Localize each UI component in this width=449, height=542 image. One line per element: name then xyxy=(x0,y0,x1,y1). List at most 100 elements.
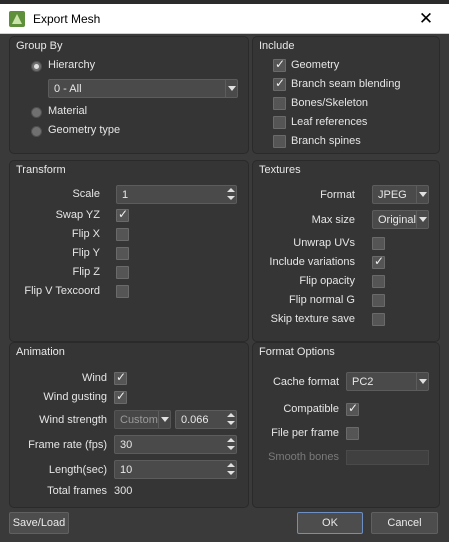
chevron-down-icon xyxy=(158,411,170,428)
wind-gusting-label: Wind gusting xyxy=(43,391,107,403)
animation-title: Animation xyxy=(16,346,65,358)
export-mesh-dialog: Group By Hierarchy 0 - All Material Geom… xyxy=(0,34,449,542)
frame-rate-spinbox[interactable]: 30 xyxy=(114,435,237,454)
geometry-type-label: Geometry type xyxy=(48,124,121,136)
transform-panel: Transform Scale 1 Swap YZ Flip X Flip Y … xyxy=(9,160,249,342)
spin-up-icon[interactable] xyxy=(226,461,236,469)
spin-up-icon[interactable] xyxy=(226,186,236,194)
branch-seam-label: Branch seam blending xyxy=(291,78,401,90)
textures-title: Textures xyxy=(259,164,301,176)
animation-panel: Animation Wind Wind gusting Wind strengt… xyxy=(9,342,249,508)
skip-texture-save-label: Skip texture save xyxy=(270,313,355,325)
smooth-bones-checkbox xyxy=(346,450,429,465)
app-icon xyxy=(9,11,25,27)
frame-rate-value: 30 xyxy=(120,439,133,451)
scale-value: 1 xyxy=(122,189,129,201)
file-per-frame-checkbox[interactable] xyxy=(346,427,359,440)
geometry-type-radio[interactable] xyxy=(31,126,42,137)
wind-label: Wind xyxy=(81,372,107,384)
spin-up-icon[interactable] xyxy=(226,411,236,419)
swap-yz-label: Swap YZ xyxy=(55,209,100,221)
flip-z-checkbox[interactable] xyxy=(116,266,129,279)
cache-format-select[interactable]: PC2 xyxy=(346,372,429,391)
swap-yz-checkbox[interactable] xyxy=(116,207,129,222)
group-by-panel: Group By Hierarchy 0 - All Material Geom… xyxy=(9,36,249,154)
include-title: Include xyxy=(259,40,295,52)
format-options-title: Format Options xyxy=(259,346,335,358)
leaf-references-label: Leaf references xyxy=(291,116,368,128)
wind-strength-mode-select[interactable]: Custom xyxy=(114,410,171,429)
hierarchy-select-value: 0 - All xyxy=(54,83,82,95)
branch-spines-checkbox[interactable] xyxy=(273,135,286,148)
chevron-down-icon xyxy=(416,373,428,390)
cache-format-label: Cache format xyxy=(272,376,339,388)
geometry-checkbox[interactable] xyxy=(273,57,286,72)
material-radio[interactable] xyxy=(31,107,42,118)
flip-x-checkbox[interactable] xyxy=(116,228,129,241)
length-value: 10 xyxy=(120,464,133,476)
unwrap-uvs-label: Unwrap UVs xyxy=(293,237,355,249)
wind-strength-mode-value: Custom xyxy=(120,414,158,426)
length-label: Length(sec) xyxy=(48,464,107,476)
save-load-button[interactable]: Save/Load xyxy=(9,512,69,534)
flip-v-texcoord-label: Flip V Texcoord xyxy=(24,285,100,297)
close-icon[interactable]: ✕ xyxy=(403,4,449,34)
wind-strength-spinbox[interactable]: 0.066 xyxy=(175,410,237,429)
geometry-label: Geometry xyxy=(291,59,340,71)
include-variations-label: Include variations xyxy=(269,256,355,268)
cache-format-value: PC2 xyxy=(352,376,374,388)
branch-seam-checkbox[interactable] xyxy=(273,76,286,91)
texture-format-value: JPEG xyxy=(378,189,407,201)
flip-y-checkbox[interactable] xyxy=(116,247,129,260)
total-frames-label: Total frames xyxy=(47,485,107,497)
hierarchy-select[interactable]: 0 - All xyxy=(48,79,238,98)
scale-spinbox[interactable]: 1 xyxy=(116,185,237,204)
chevron-down-icon xyxy=(225,80,237,97)
title-bar: Export Mesh ✕ xyxy=(0,4,449,34)
wind-gusting-checkbox[interactable] xyxy=(114,389,127,404)
total-frames-value: 300 xyxy=(114,485,133,497)
include-variations-checkbox[interactable] xyxy=(372,254,385,269)
compatible-label: Compatible xyxy=(283,403,339,415)
leaf-references-checkbox[interactable] xyxy=(273,116,286,129)
skip-texture-save-checkbox[interactable] xyxy=(372,313,385,326)
flip-opacity-checkbox[interactable] xyxy=(372,275,385,288)
hierarchy-radio[interactable] xyxy=(31,61,42,72)
max-size-select[interactable]: Original xyxy=(372,210,429,229)
flip-v-texcoord-checkbox[interactable] xyxy=(116,285,129,298)
spin-down-icon[interactable] xyxy=(226,420,236,428)
max-size-value: Original xyxy=(378,214,416,226)
length-spinbox[interactable]: 10 xyxy=(114,460,237,479)
cancel-button[interactable]: Cancel xyxy=(371,512,438,534)
spin-down-icon[interactable] xyxy=(226,195,236,203)
bones-checkbox[interactable] xyxy=(273,97,286,110)
wind-strength-value: 0.066 xyxy=(181,414,209,426)
window-title: Export Mesh xyxy=(33,12,101,26)
smooth-bones-label: Smooth bones xyxy=(268,451,339,463)
flip-x-label: Flip X xyxy=(71,228,100,240)
compatible-checkbox[interactable] xyxy=(346,401,359,416)
spin-up-icon[interactable] xyxy=(226,436,236,444)
flip-normal-g-label: Flip normal G xyxy=(288,294,355,306)
format-options-panel: Format Options Cache format PC2 Compatib… xyxy=(252,342,440,508)
spin-down-icon[interactable] xyxy=(226,445,236,453)
max-size-label: Max size xyxy=(311,214,355,226)
texture-format-select[interactable]: JPEG xyxy=(372,185,429,204)
unwrap-uvs-checkbox[interactable] xyxy=(372,237,385,250)
group-by-title: Group By xyxy=(16,40,63,52)
frame-rate-label: Frame rate (fps) xyxy=(28,439,107,451)
chevron-down-icon xyxy=(416,211,428,228)
flip-normal-g-checkbox[interactable] xyxy=(372,294,385,307)
wind-strength-label: Wind strength xyxy=(39,414,107,426)
file-per-frame-label: File per frame xyxy=(271,427,339,439)
flip-opacity-label: Flip opacity xyxy=(299,275,355,287)
textures-panel: Textures Format JPEG Max size Original U… xyxy=(252,160,440,342)
flip-z-label: Flip Z xyxy=(72,266,101,278)
ok-button[interactable]: OK xyxy=(297,512,363,534)
wind-checkbox[interactable] xyxy=(114,370,127,385)
hierarchy-label: Hierarchy xyxy=(48,59,96,71)
spin-down-icon[interactable] xyxy=(226,470,236,478)
branch-spines-label: Branch spines xyxy=(291,135,361,147)
include-panel: Include Geometry Branch seam blending Bo… xyxy=(252,36,440,154)
format-label: Format xyxy=(320,189,355,201)
